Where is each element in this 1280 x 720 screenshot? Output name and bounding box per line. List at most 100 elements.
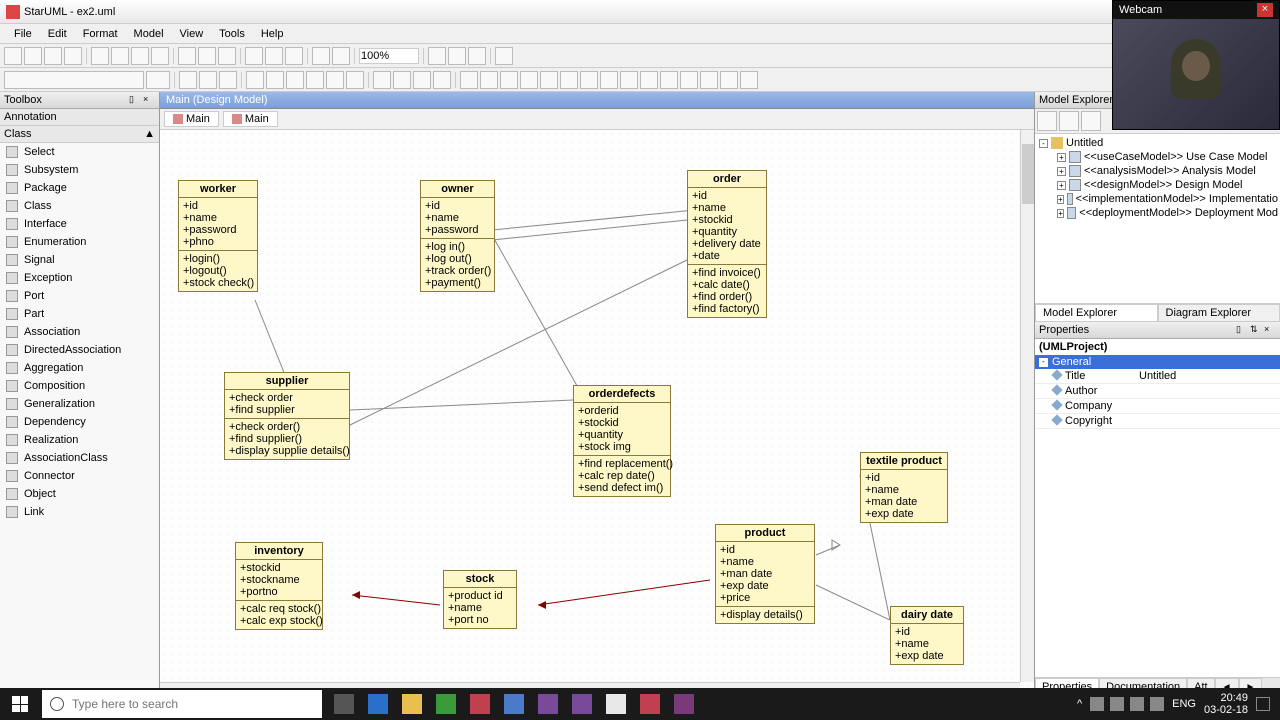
class-order[interactable]: order +id+name+stockid+quantity+delivery… (687, 170, 767, 318)
align-4-button[interactable] (306, 71, 324, 89)
tool-a-button[interactable] (245, 47, 263, 65)
tool-subsystem[interactable]: Subsystem (0, 161, 159, 179)
arrange-12-button[interactable] (680, 71, 698, 89)
taskbar-app-9[interactable] (634, 690, 666, 718)
new-button[interactable] (4, 47, 22, 65)
start-button[interactable] (0, 688, 40, 720)
webcam-overlay[interactable]: Webcam × (1112, 0, 1280, 130)
collapse-icon[interactable]: ▲ (144, 128, 155, 140)
prop-row-company[interactable]: Company (1035, 399, 1280, 414)
taskbar-app-4[interactable] (464, 690, 496, 718)
tray-clock[interactable]: 20:49 03-02-18 (1204, 692, 1248, 716)
font-color-button[interactable] (179, 71, 197, 89)
sort-icon[interactable]: ⇅ (1250, 324, 1262, 336)
taskbar-app-2[interactable] (396, 690, 428, 718)
arrange-5-button[interactable] (540, 71, 558, 89)
expand-icon[interactable]: + (1057, 153, 1066, 162)
redo-button[interactable] (198, 47, 216, 65)
arrange-4-button[interactable] (520, 71, 538, 89)
prop-row-author[interactable]: Author (1035, 384, 1280, 399)
tray-icon-4[interactable] (1150, 697, 1164, 711)
expand-icon[interactable]: + (1057, 181, 1066, 190)
tab-model-explorer[interactable]: Model Explorer (1035, 304, 1158, 322)
find-button[interactable] (218, 47, 236, 65)
tool-realization[interactable]: Realization (0, 431, 159, 449)
copy-button[interactable] (111, 47, 129, 65)
zoom-out-button[interactable] (428, 47, 446, 65)
tool-object[interactable]: Object (0, 485, 159, 503)
class-inventory[interactable]: inventory +stockid+stockname+portno +cal… (235, 542, 323, 630)
taskbar-app-10[interactable] (668, 690, 700, 718)
tree-implementation[interactable]: +<<implementationModel>> Implementatio (1037, 192, 1278, 206)
tray-expand[interactable]: ^ (1077, 698, 1082, 710)
tab-main-2[interactable]: Main (223, 111, 278, 127)
font-size[interactable] (146, 71, 170, 89)
prop-row-title[interactable]: TitleUntitled (1035, 369, 1280, 384)
search-input[interactable] (72, 697, 314, 711)
me-filter-button[interactable] (1059, 111, 1079, 131)
open-button[interactable] (24, 47, 42, 65)
tool-generalization[interactable]: Generalization (0, 395, 159, 413)
task-view-button[interactable] (328, 690, 360, 718)
menu-view[interactable]: View (172, 26, 212, 42)
scrollbar-thumb[interactable] (1022, 144, 1034, 204)
class-owner[interactable]: owner +id+name+password +log in()+log ou… (420, 180, 495, 292)
tool-exception[interactable]: Exception (0, 269, 159, 287)
me-sort-button[interactable] (1037, 111, 1057, 131)
align-5-button[interactable] (326, 71, 344, 89)
tool-interface[interactable]: Interface (0, 215, 159, 233)
properties-group-general[interactable]: -General (1035, 355, 1280, 369)
prop-value[interactable] (1135, 414, 1280, 428)
align-3-button[interactable] (286, 71, 304, 89)
line-color-button[interactable] (219, 71, 237, 89)
tool-e-button[interactable] (332, 47, 350, 65)
tray-language[interactable]: ENG (1172, 698, 1196, 710)
webcam-close-button[interactable]: × (1257, 3, 1273, 17)
close-icon[interactable]: × (1264, 324, 1276, 336)
tray-icon-1[interactable] (1090, 697, 1104, 711)
menu-model[interactable]: Model (126, 26, 172, 42)
class-worker[interactable]: worker +id+name+password+phno +login()+l… (178, 180, 258, 292)
pin-icon[interactable]: ▯ (1236, 324, 1248, 336)
expand-icon[interactable]: + (1057, 209, 1064, 218)
zoom-in-button[interactable] (448, 47, 466, 65)
arrange-8-button[interactable] (600, 71, 618, 89)
tool-select[interactable]: Select (0, 143, 159, 161)
me-options-button[interactable] (1081, 111, 1101, 131)
taskbar-app-7[interactable] (566, 690, 598, 718)
taskbar-app-6[interactable] (532, 690, 564, 718)
class-textile-product[interactable]: textile product +id+name+man date+exp da… (860, 452, 948, 523)
menu-format[interactable]: Format (75, 26, 126, 42)
tree-design[interactable]: +<<designModel>> Design Model (1037, 178, 1278, 192)
arrange-14-button[interactable] (720, 71, 738, 89)
tool-c-button[interactable] (285, 47, 303, 65)
arrange-10-button[interactable] (640, 71, 658, 89)
tool-association[interactable]: Association (0, 323, 159, 341)
close-icon[interactable]: × (143, 94, 155, 106)
tab-diagram-explorer[interactable]: Diagram Explorer (1158, 304, 1280, 322)
arrange-3-button[interactable] (500, 71, 518, 89)
webcam-titlebar[interactable]: Webcam × (1113, 1, 1279, 19)
layout-3-button[interactable] (413, 71, 431, 89)
prop-value[interactable] (1135, 399, 1280, 413)
menu-file[interactable]: File (6, 26, 40, 42)
tray-icon-3[interactable] (1130, 697, 1144, 711)
menu-tools[interactable]: Tools (211, 26, 253, 42)
arrange-11-button[interactable] (660, 71, 678, 89)
menu-edit[interactable]: Edit (40, 26, 75, 42)
tool-associationclass[interactable]: AssociationClass (0, 449, 159, 467)
align-2-button[interactable] (266, 71, 284, 89)
diagram-canvas[interactable]: worker +id+name+password+phno +login()+l… (160, 130, 1034, 696)
prop-value[interactable]: Untitled (1135, 369, 1280, 383)
search-box[interactable] (42, 690, 322, 718)
notifications-button[interactable] (1256, 697, 1270, 711)
layout-2-button[interactable] (393, 71, 411, 89)
arrange-6-button[interactable] (560, 71, 578, 89)
canvas-scrollbar-vertical[interactable] (1020, 130, 1034, 682)
tree-deployment[interactable]: +<<deploymentModel>> Deployment Mod (1037, 206, 1278, 220)
tool-connector[interactable]: Connector (0, 467, 159, 485)
class-section[interactable]: Class▲ (0, 126, 159, 143)
tool-composition[interactable]: Composition (0, 377, 159, 395)
tree-analysis[interactable]: +<<analysisModel>> Analysis Model (1037, 164, 1278, 178)
zoom-input[interactable] (359, 48, 419, 64)
